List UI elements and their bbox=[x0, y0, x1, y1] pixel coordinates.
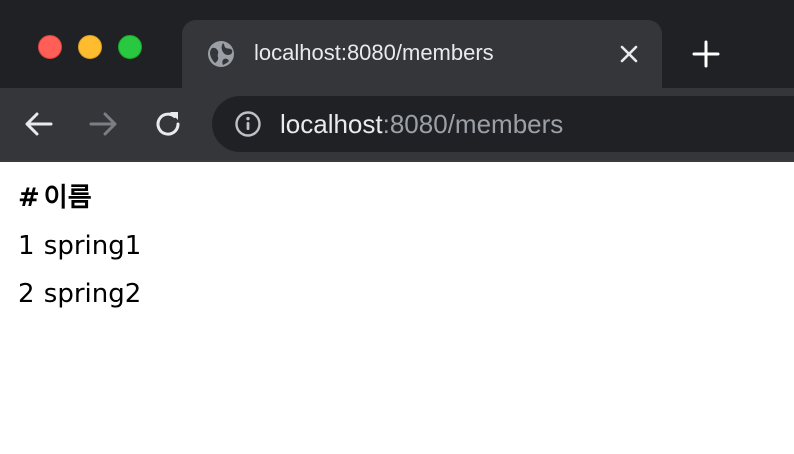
tab-title: localhost:8080/members bbox=[254, 40, 494, 65]
table-row: 1 spring1 bbox=[18, 228, 141, 264]
tab-members[interactable]: localhost:8080/members bbox=[182, 20, 662, 88]
member-name-cell: spring1 bbox=[43, 231, 142, 261]
browser-chrome: localhost:8080/members localhost:8080/me… bbox=[0, 0, 794, 162]
url-text[interactable]: localhost:8080/members bbox=[280, 107, 563, 141]
plus-icon[interactable] bbox=[690, 38, 722, 70]
browser-toolbar: localhost:8080/members bbox=[0, 88, 794, 160]
window-minimize-button[interactable] bbox=[78, 35, 102, 59]
page-content: # 이름 1 spring1 2 spring2 bbox=[0, 162, 794, 454]
table-header-row: # 이름 bbox=[18, 180, 141, 216]
reload-icon[interactable] bbox=[151, 107, 185, 141]
column-header-id: # bbox=[18, 183, 40, 213]
table-row: 2 spring2 bbox=[18, 276, 141, 312]
member-id-cell: 1 bbox=[18, 231, 35, 261]
member-name-cell: spring2 bbox=[43, 279, 142, 309]
members-table: # 이름 1 spring1 2 spring2 bbox=[14, 168, 145, 324]
window-close-button[interactable] bbox=[38, 35, 62, 59]
url-path: :8080/members bbox=[382, 109, 564, 139]
info-icon[interactable] bbox=[234, 110, 262, 138]
member-id-cell: 2 bbox=[18, 279, 35, 309]
arrow-left-icon[interactable] bbox=[22, 107, 56, 141]
close-icon[interactable] bbox=[616, 41, 642, 67]
globe-icon bbox=[206, 39, 236, 69]
address-bar[interactable]: localhost:8080/members bbox=[212, 96, 794, 152]
column-header-name: 이름 bbox=[43, 183, 92, 213]
arrow-right-icon[interactable] bbox=[86, 107, 120, 141]
tab-strip: localhost:8080/members bbox=[0, 0, 794, 88]
window-maximize-button[interactable] bbox=[118, 35, 142, 59]
url-host: localhost bbox=[280, 109, 383, 139]
